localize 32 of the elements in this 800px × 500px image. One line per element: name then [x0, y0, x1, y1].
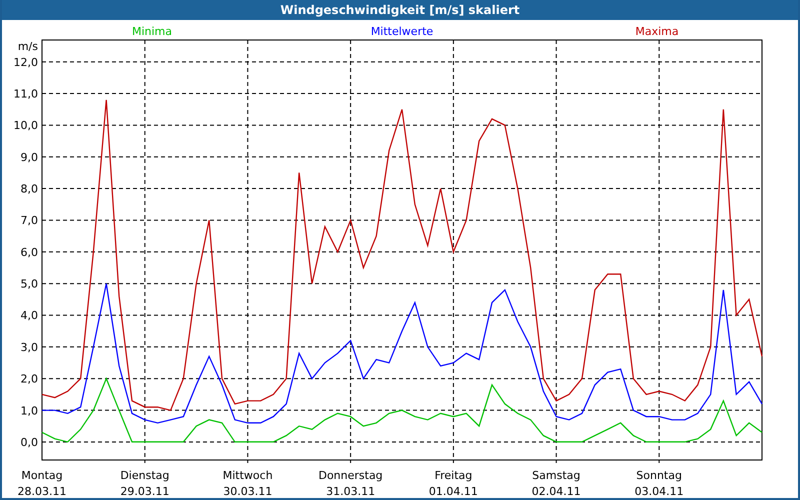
y-axis-label: 2,0 — [20, 372, 38, 386]
y-axis-label: 10,0 — [14, 119, 38, 132]
x-axis-date-label: 01.04.11 — [428, 485, 478, 498]
legend-label: Mittelwerte — [370, 25, 434, 38]
x-axis-day-label: Sonntag — [636, 469, 682, 482]
y-axis-label: 8,0 — [20, 182, 38, 196]
y-axis-label: 3,0 — [20, 340, 38, 354]
y-axis-label: 5,0 — [20, 278, 38, 291]
y-axis-label: 12,0 — [14, 56, 38, 69]
x-axis-date-label: 31.03.11 — [326, 485, 376, 498]
y-axis-label: 7,0 — [20, 214, 38, 228]
x-axis-date-label: 02.04.11 — [532, 485, 581, 498]
legend-label: Minima — [132, 25, 172, 38]
x-axis-date-label: 28.03.11 — [18, 485, 66, 498]
y-axis-label: 1,0 — [20, 404, 38, 418]
x-axis-day-label: Montag — [21, 469, 63, 482]
y-axis-unit: m/s — [18, 40, 38, 53]
x-axis-day-label: Donnerstag — [318, 469, 383, 482]
x-axis-date-label: 30.03.11 — [223, 485, 272, 498]
window-title: Windgeschwindigkeit [m/s] skaliert — [2, 0, 798, 20]
y-axis-label: 4,0 — [20, 309, 38, 322]
x-axis-day-label: Freitag — [434, 469, 472, 482]
x-axis-date-label: 03.04.11 — [634, 485, 684, 498]
y-axis-label: 11,0 — [14, 88, 38, 101]
legend-label: Maxima — [635, 25, 679, 38]
x-axis-date-label: 29.03.11 — [120, 485, 170, 498]
x-axis-day-label: Dienstag — [120, 469, 170, 482]
x-axis-day-label: Mittwoch — [222, 469, 273, 482]
y-axis-label: 0,0 — [20, 436, 38, 449]
x-axis-day-label: Samstag — [532, 469, 580, 482]
y-axis-label: 6,0 — [20, 246, 38, 259]
y-axis-label: 9,0 — [20, 150, 38, 164]
